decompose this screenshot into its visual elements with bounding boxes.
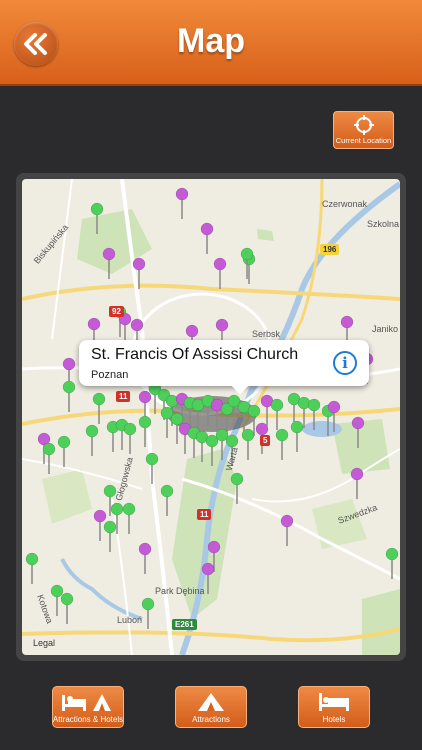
tab-label: Hotels bbox=[322, 715, 346, 724]
map-pin[interactable] bbox=[350, 467, 364, 481]
map-pin[interactable] bbox=[90, 202, 104, 216]
map-pin[interactable] bbox=[290, 420, 304, 434]
info-icon[interactable]: i bbox=[333, 351, 357, 375]
map-pin[interactable] bbox=[280, 514, 294, 528]
map-pins bbox=[25, 187, 399, 629]
map-pin[interactable] bbox=[307, 398, 321, 412]
map-pin[interactable] bbox=[87, 317, 101, 331]
crosshair-icon bbox=[353, 115, 374, 135]
map-pin[interactable] bbox=[132, 257, 146, 271]
map-pin[interactable] bbox=[93, 509, 107, 523]
map-pin[interactable] bbox=[141, 597, 155, 611]
tab-attractions[interactable]: Attractions bbox=[175, 686, 247, 728]
map-pin[interactable] bbox=[225, 434, 239, 448]
map-pin[interactable] bbox=[138, 390, 152, 404]
place-label-park-debina: Park Dębina bbox=[155, 586, 205, 596]
map-pin[interactable] bbox=[247, 404, 261, 418]
map-pin[interactable] bbox=[123, 422, 137, 436]
header-bar: Map bbox=[0, 0, 422, 86]
road-badge-196: 196 bbox=[320, 244, 340, 255]
map-pin[interactable] bbox=[270, 398, 284, 412]
road-badge-e261: E261 bbox=[172, 619, 197, 630]
map-pin[interactable] bbox=[240, 247, 254, 261]
map-pin[interactable] bbox=[138, 415, 152, 429]
road-badge-92: 92 bbox=[109, 306, 124, 317]
callout-subtitle: Poznan bbox=[91, 369, 129, 381]
current-location-button[interactable]: Current Location bbox=[333, 111, 394, 149]
map-pin[interactable] bbox=[62, 380, 76, 394]
map-pin[interactable] bbox=[92, 392, 106, 406]
bed-icon bbox=[319, 693, 349, 711]
map-pin[interactable] bbox=[25, 552, 39, 566]
map-pin[interactable] bbox=[160, 484, 174, 498]
map-pin[interactable] bbox=[351, 416, 365, 430]
tent-icon bbox=[198, 693, 224, 711]
map-pin[interactable] bbox=[50, 584, 64, 598]
map-pin[interactable] bbox=[110, 502, 124, 516]
map-pin[interactable] bbox=[103, 520, 117, 534]
map-pin[interactable] bbox=[62, 357, 76, 371]
map-pin[interactable] bbox=[275, 428, 289, 442]
map-pin[interactable] bbox=[213, 257, 227, 271]
bed-and-tent-icon bbox=[62, 694, 111, 711]
place-label-janiko: Janiko bbox=[372, 324, 399, 334]
road-badge-11-north: 11 bbox=[116, 391, 131, 402]
map-pin[interactable] bbox=[130, 318, 144, 332]
map-pin[interactable] bbox=[85, 424, 99, 438]
tab-label: Attractions & Hotels bbox=[52, 715, 124, 724]
map-pin[interactable] bbox=[57, 435, 71, 449]
place-callout[interactable]: St. Francis Of Assissi Church Poznan i bbox=[79, 340, 369, 395]
place-label-lubon: Luboń bbox=[117, 615, 143, 625]
map-pin[interactable] bbox=[102, 247, 116, 261]
map-pin[interactable] bbox=[185, 324, 199, 338]
map-pin[interactable] bbox=[207, 540, 221, 554]
place-label-serbsk: Serbsk bbox=[252, 329, 281, 339]
map-pin[interactable] bbox=[122, 502, 136, 516]
current-location-label: Current Location bbox=[335, 136, 392, 145]
map-pin[interactable] bbox=[138, 542, 152, 556]
place-label-szkolna: Szkolna bbox=[367, 219, 400, 229]
map-pin[interactable] bbox=[255, 422, 269, 436]
map-pin[interactable] bbox=[170, 412, 184, 426]
map-pin[interactable] bbox=[60, 592, 74, 606]
map-pin[interactable] bbox=[215, 318, 229, 332]
map-pin[interactable] bbox=[230, 472, 244, 486]
map-frame: Czerwonak Szkolna Biskupińska Janiko Ser… bbox=[16, 173, 406, 661]
road-badge-11-south: 11 bbox=[197, 509, 212, 520]
tab-label: Attractions bbox=[192, 715, 230, 724]
tab-attractions-and-hotels[interactable]: Attractions & Hotels bbox=[52, 686, 124, 728]
road-badge-5: 5 bbox=[260, 435, 271, 446]
map-pin[interactable] bbox=[327, 400, 341, 414]
map-pin[interactable] bbox=[42, 442, 56, 456]
map-pin[interactable] bbox=[145, 452, 159, 466]
map-pin[interactable] bbox=[175, 187, 189, 201]
map-pin[interactable] bbox=[201, 562, 215, 576]
page-title: Map bbox=[177, 22, 245, 60]
map-pin[interactable] bbox=[340, 315, 354, 329]
map-pin[interactable] bbox=[241, 428, 255, 442]
map-view[interactable]: Czerwonak Szkolna Biskupińska Janiko Ser… bbox=[22, 179, 400, 655]
map-pin[interactable] bbox=[200, 222, 214, 236]
tab-hotels[interactable]: Hotels bbox=[298, 686, 370, 728]
place-label-czerwonak: Czerwonak bbox=[322, 199, 368, 209]
map-pin[interactable] bbox=[385, 547, 399, 561]
callout-title: St. Francis Of Assissi Church bbox=[91, 346, 299, 363]
legal-link[interactable]: Legal bbox=[33, 638, 55, 648]
